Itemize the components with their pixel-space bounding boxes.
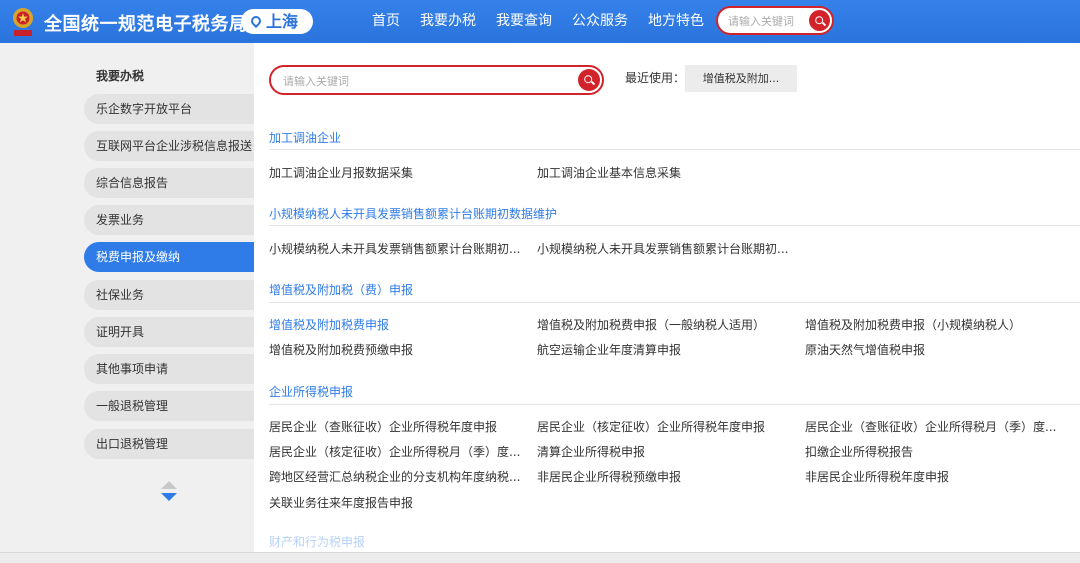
- search-icon: [814, 15, 823, 24]
- city-selector[interactable]: 上海: [241, 9, 313, 34]
- nav-item-tax-handling[interactable]: 我要办税: [410, 0, 486, 43]
- link-item[interactable]: 航空运输企业年度清算申报: [537, 341, 681, 358]
- link-item[interactable]: 增值税及附加税费预缴申报: [269, 341, 413, 358]
- nav-item-home[interactable]: 首页: [362, 0, 410, 43]
- section-title-corporate-income-tax: 企业所得税申报: [269, 385, 354, 399]
- section-title-oil-blending: 加工调油企业: [269, 131, 342, 145]
- section-title-next-partial: 财产和行为税申报: [269, 535, 366, 549]
- location-pin-icon: [248, 13, 264, 29]
- sidebar-item-other-requests[interactable]: 其他事项申请: [84, 354, 254, 384]
- section-divider: [269, 225, 1080, 226]
- city-label: 上海: [266, 12, 299, 31]
- section-title-vat-declaration: 增值税及附加税（费）申报: [269, 283, 414, 297]
- sidebar-scroll-control: [160, 481, 178, 503]
- national-emblem-icon[interactable]: [10, 6, 36, 38]
- sidebar-item-social-insurance[interactable]: 社保业务: [84, 280, 254, 310]
- recent-used-chip[interactable]: 增值税及附加...: [685, 65, 797, 92]
- main-search-button[interactable]: [578, 69, 600, 91]
- sidebar-item-invoice[interactable]: 发票业务: [84, 205, 254, 235]
- main-nav: 首页 我要办税 我要查询 公众服务 地方特色: [362, 0, 714, 43]
- top-navigation-bar: 全国统一规范电子税务局 上海 首页 我要办税 我要查询 公众服务 地方特色 请输…: [0, 0, 1080, 43]
- link-item[interactable]: 加工调油企业基本信息采集: [537, 164, 681, 181]
- header-search-box[interactable]: 请输入关键词: [716, 6, 834, 35]
- link-item[interactable]: 增值税及附加税费申报（一般纳税人适用）: [537, 316, 765, 333]
- header-search-button[interactable]: [809, 10, 830, 31]
- link-item[interactable]: 居民企业（核定征收）企业所得税月（季）度...: [269, 443, 520, 460]
- section-divider: [269, 302, 1080, 303]
- link-item[interactable]: 加工调油企业月报数据采集: [269, 164, 413, 181]
- main-search-placeholder: 请输入关键词: [283, 75, 349, 88]
- search-icon: [584, 75, 593, 84]
- sidebar-item-tax-declaration[interactable]: 税费申报及缴纳: [84, 242, 254, 272]
- recent-used-label: 最近使用：: [625, 71, 686, 85]
- section-divider: [269, 149, 1080, 150]
- section-divider: [269, 404, 1080, 405]
- main-search-box[interactable]: 请输入关键词: [269, 65, 604, 95]
- main-content: 请输入关键词 最近使用： 增值税及附加... 加工调油企业 加工调油企业月报数据…: [254, 43, 1080, 552]
- link-item[interactable]: 居民企业（查账征收）企业所得税年度申报: [269, 418, 497, 435]
- link-item[interactable]: 扣缴企业所得税报告: [805, 443, 913, 460]
- sidebar-item-certificate[interactable]: 证明开具: [84, 317, 254, 347]
- sidebar-item-info-report[interactable]: 综合信息报告: [84, 168, 254, 198]
- nav-item-public-service[interactable]: 公众服务: [562, 0, 638, 43]
- sidebar: 我要办税 乐企数字开放平台 互联网平台企业涉税信息报送 综合信息报告 发票业务 …: [0, 43, 254, 552]
- link-item[interactable]: 居民企业（核定征收）企业所得税年度申报: [537, 418, 765, 435]
- scroll-down-icon[interactable]: [161, 493, 177, 501]
- link-item[interactable]: 小规模纳税人未开具发票销售额累计台账期初...: [269, 240, 520, 257]
- section-title-small-scale-ledger: 小规模纳税人未开具发票销售额累计台账期初数据维护: [269, 207, 558, 221]
- sidebar-item-internet-platform-reporting[interactable]: 互联网平台企业涉税信息报送: [84, 131, 254, 161]
- sidebar-title: 我要办税: [96, 69, 145, 83]
- scroll-up-icon[interactable]: [161, 481, 177, 489]
- nav-item-local-features[interactable]: 地方特色: [638, 0, 714, 43]
- link-item[interactable]: 原油天然气增值税申报: [805, 341, 925, 358]
- sidebar-item-export-refund[interactable]: 出口退税管理: [84, 429, 254, 459]
- link-item[interactable]: 跨地区经营汇总纳税企业的分支机构年度纳税...: [269, 468, 520, 485]
- link-item[interactable]: 非居民企业所得税年度申报: [805, 468, 949, 485]
- link-item[interactable]: 清算企业所得税申报: [537, 443, 645, 460]
- site-title[interactable]: 全国统一规范电子税务局: [44, 10, 248, 36]
- header-search-placeholder: 请输入关键词: [728, 15, 794, 28]
- bottom-scroll-strip: [0, 552, 1080, 563]
- link-item[interactable]: 增值税及附加税费申报（小规模纳税人）: [805, 316, 1021, 333]
- sidebar-item-leqi-platform[interactable]: 乐企数字开放平台: [84, 94, 254, 124]
- link-item[interactable]: 小规模纳税人未开具发票销售额累计台账期初...: [537, 240, 788, 257]
- sidebar-item-refund[interactable]: 一般退税管理: [84, 391, 254, 421]
- link-item[interactable]: 居民企业（查账征收）企业所得税月（季）度...: [805, 418, 1056, 435]
- link-item[interactable]: 增值税及附加税费申报: [269, 316, 389, 333]
- link-item[interactable]: 非居民企业所得税预缴申报: [537, 468, 681, 485]
- nav-item-query[interactable]: 我要查询: [486, 0, 562, 43]
- link-item[interactable]: 关联业务往来年度报告申报: [269, 494, 413, 511]
